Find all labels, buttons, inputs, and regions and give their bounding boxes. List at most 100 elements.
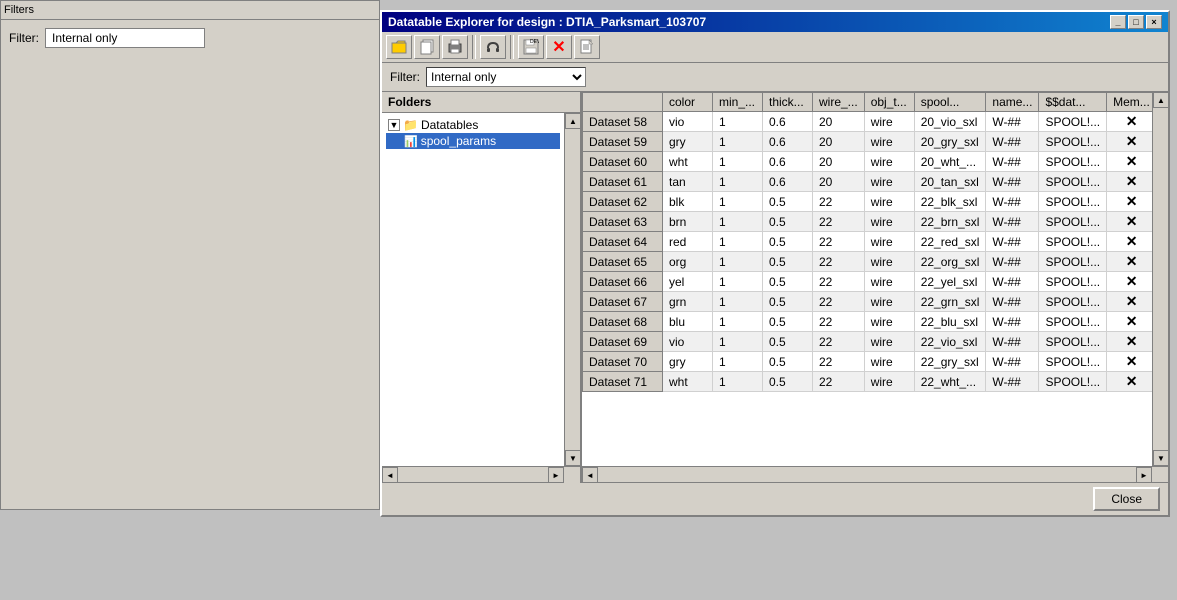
cell-min: 1 — [713, 172, 763, 192]
cell-thick: 0.6 — [763, 172, 813, 192]
col-header-min[interactable]: min_... — [713, 93, 763, 112]
expand-icon[interactable]: ▼ — [388, 119, 400, 131]
cell-color: wht — [663, 152, 713, 172]
cell-wire: 22 — [813, 232, 865, 252]
cell-wire: 22 — [813, 352, 865, 372]
toolbar-button-close[interactable]: ✕ — [546, 35, 572, 59]
cell-row-id: Dataset 60 — [583, 152, 663, 172]
tree-item-datatables[interactable]: ▼ 📁 Datatables — [386, 117, 560, 133]
cell-dat: SPOOL!... — [1039, 312, 1107, 332]
toolbar-button-save[interactable]: DEV — [518, 35, 544, 59]
main-window: Datatable Explorer for design : DTIA_Par… — [380, 10, 1170, 517]
cell-dat: SPOOL!... — [1039, 132, 1107, 152]
scroll-corner-right — [1152, 467, 1168, 482]
cell-mem-mark: ✕ — [1126, 153, 1138, 169]
cell-obj: wire — [864, 112, 914, 132]
table-row[interactable]: Dataset 70gry10.522wire22_gry_sxlW-##SPO… — [583, 352, 1153, 372]
col-header-spool[interactable]: spool... — [914, 93, 986, 112]
cell-wire: 22 — [813, 292, 865, 312]
cell-min: 1 — [713, 152, 763, 172]
left-hscroll-right[interactable]: ► — [548, 467, 564, 483]
toolbar-button-2[interactable] — [414, 35, 440, 59]
table-row[interactable]: Dataset 63brn10.522wire22_brn_sxlW-##SPO… — [583, 212, 1153, 232]
cell-mem: ✕ — [1107, 312, 1152, 332]
cell-mem-mark: ✕ — [1126, 253, 1138, 269]
cell-min: 1 — [713, 112, 763, 132]
cell-wire: 22 — [813, 212, 865, 232]
toolbar-button-3[interactable] — [442, 35, 468, 59]
cell-min: 1 — [713, 272, 763, 292]
cell-color: brn — [663, 212, 713, 232]
tree-label-spool-params: spool_params — [421, 134, 496, 148]
right-vscroll-down[interactable]: ▼ — [1153, 450, 1168, 466]
table-row[interactable]: Dataset 61tan10.620wire20_tan_sxlW-##SPO… — [583, 172, 1153, 192]
cell-min: 1 — [713, 312, 763, 332]
table-row[interactable]: Dataset 60wht10.620wire20_wht_...W-##SPO… — [583, 152, 1153, 172]
cell-name: W-## — [986, 352, 1039, 372]
table-row[interactable]: Dataset 66yel10.522wire22_yel_sxlW-##SPO… — [583, 272, 1153, 292]
cell-thick: 0.5 — [763, 372, 813, 392]
tree-label-datatables: Datatables — [421, 118, 478, 132]
table-row[interactable]: Dataset 59gry10.620wire20_gry_sxlW-##SPO… — [583, 132, 1153, 152]
minimize-button[interactable]: _ — [1110, 15, 1126, 29]
cell-color: vio — [663, 112, 713, 132]
left-vscroll-down[interactable]: ▼ — [565, 450, 580, 466]
cell-spool: 20_vio_sxl — [914, 112, 986, 132]
left-vscroll-track — [565, 129, 580, 450]
cell-min: 1 — [713, 372, 763, 392]
toolbar-button-1[interactable] — [386, 35, 412, 59]
cell-name: W-## — [986, 232, 1039, 252]
toolbar-button-new[interactable] — [574, 35, 600, 59]
right-vscroll-up[interactable]: ▲ — [1153, 92, 1168, 108]
col-header-color[interactable]: color — [663, 93, 713, 112]
cell-wire: 20 — [813, 152, 865, 172]
table-row[interactable]: Dataset 58vio10.620wire20_vio_sxlW-##SPO… — [583, 112, 1153, 132]
cell-color: gry — [663, 132, 713, 152]
table-row[interactable]: Dataset 69vio10.522wire22_vio_sxlW-##SPO… — [583, 332, 1153, 352]
cell-mem-mark: ✕ — [1126, 133, 1138, 149]
cell-spool: 20_wht_... — [914, 152, 986, 172]
cell-obj: wire — [864, 292, 914, 312]
cell-dat: SPOOL!... — [1039, 112, 1107, 132]
toolbar: DEV ✕ — [382, 32, 1168, 63]
toolbar-button-headphones[interactable] — [480, 35, 506, 59]
table-row[interactable]: Dataset 65org10.522wire22_org_sxlW-##SPO… — [583, 252, 1153, 272]
col-header-thick[interactable]: thick... — [763, 93, 813, 112]
cell-name: W-## — [986, 132, 1039, 152]
left-hscroll-left[interactable]: ◄ — [382, 467, 398, 483]
cell-spool: 22_red_sxl — [914, 232, 986, 252]
table-row[interactable]: Dataset 71wht10.522wire22_wht_...W-##SPO… — [583, 372, 1153, 392]
cell-mem: ✕ — [1107, 272, 1152, 292]
cell-row-id: Dataset 63 — [583, 212, 663, 232]
cell-dat: SPOOL!... — [1039, 352, 1107, 372]
right-hscroll-right[interactable]: ► — [1136, 467, 1152, 482]
tree-item-spool-params[interactable]: 📊 spool_params — [386, 133, 560, 149]
col-header-wire[interactable]: wire_... — [813, 93, 865, 112]
right-hscroll-left[interactable]: ◄ — [582, 467, 598, 482]
cell-obj: wire — [864, 172, 914, 192]
cell-mem: ✕ — [1107, 152, 1152, 172]
file-icon: 📊 — [404, 135, 418, 148]
left-vscroll-up[interactable]: ▲ — [565, 113, 580, 129]
table-row[interactable]: Dataset 67grn10.522wire22_grn_sxlW-##SPO… — [583, 292, 1153, 312]
cell-wire: 22 — [813, 252, 865, 272]
cell-min: 1 — [713, 332, 763, 352]
col-header-mem[interactable]: Mem... — [1107, 93, 1152, 112]
cell-dat: SPOOL!... — [1039, 252, 1107, 272]
bg-filter-value: Internal only — [45, 28, 205, 48]
filter-select[interactable]: Internal only All External only — [426, 67, 586, 87]
col-header-dat[interactable]: $$dat... — [1039, 93, 1107, 112]
cell-spool: 22_blu_sxl — [914, 312, 986, 332]
folders-header: Folders — [382, 92, 580, 113]
restore-button[interactable]: □ — [1128, 15, 1144, 29]
cell-name: W-## — [986, 112, 1039, 132]
col-header-name[interactable]: name... — [986, 93, 1039, 112]
col-header-obj[interactable]: obj_t... — [864, 93, 914, 112]
table-row[interactable]: Dataset 62blk10.522wire22_blk_sxlW-##SPO… — [583, 192, 1153, 212]
close-button[interactable]: Close — [1093, 487, 1160, 511]
cell-color: red — [663, 232, 713, 252]
cell-color: gry — [663, 352, 713, 372]
table-row[interactable]: Dataset 68blu10.522wire22_blu_sxlW-##SPO… — [583, 312, 1153, 332]
close-title-button[interactable]: × — [1146, 15, 1162, 29]
table-row[interactable]: Dataset 64red10.522wire22_red_sxlW-##SPO… — [583, 232, 1153, 252]
